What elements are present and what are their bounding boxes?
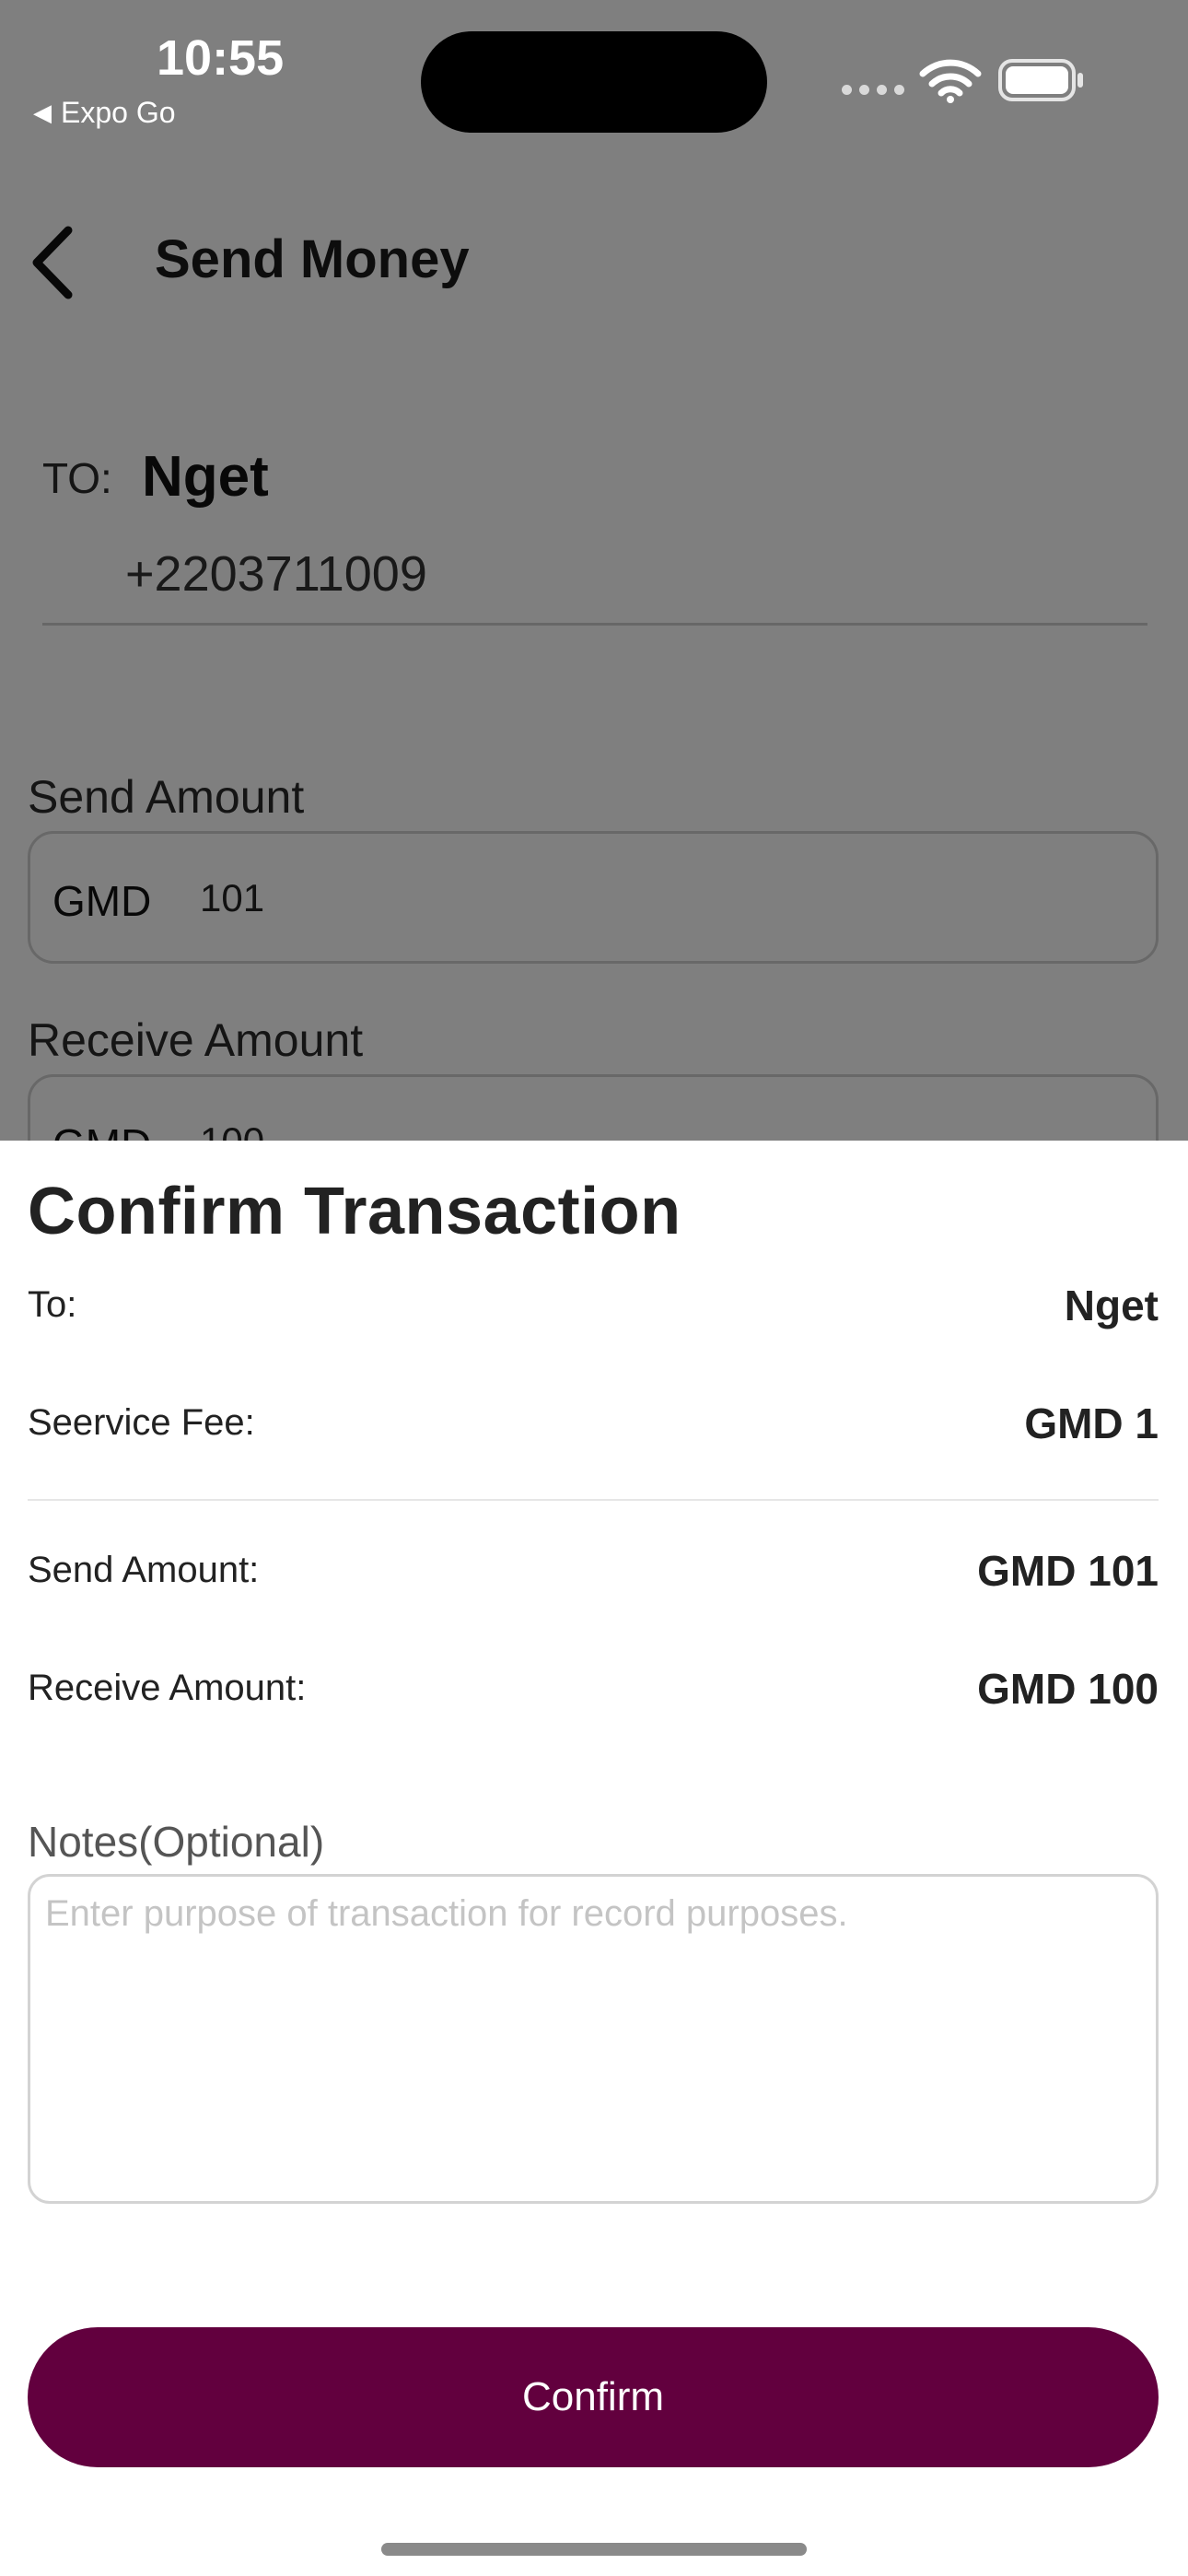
dynamic-island [421,31,767,133]
confirm-transaction-sheet: Confirm Transaction To: Nget Seervice Fe… [0,1141,1188,2576]
modal-backdrop[interactable] [0,0,1188,1142]
back-to-app-link[interactable]: ◀ Expo Go [33,96,176,130]
sheet-title: Confirm Transaction [28,1175,681,1248]
summary-value-to: Nget [1064,1282,1159,1329]
summary-label-send-amount: Send Amount: [28,1550,260,1590]
wifi-icon [919,59,982,103]
divider [28,1499,1159,1501]
summary-value-receive-amount: GMD 100 [977,1665,1159,1713]
summary-value-service-fee: GMD 1 [1024,1399,1159,1447]
cellular-signal-icon [842,85,904,95]
back-app-label: Expo Go [61,96,176,129]
summary-label-receive-amount: Receive Amount: [28,1668,307,1708]
summary-value-send-amount: GMD 101 [977,1547,1159,1595]
status-time: 10:55 [157,30,285,86]
triangle-left-icon: ◀ [33,99,52,126]
confirm-button[interactable]: Confirm [28,2327,1159,2467]
summary-label-to: To: [28,1284,77,1325]
home-indicator [381,2543,807,2556]
notes-input[interactable] [28,1874,1159,2204]
screen: Send Money TO: Nget +2203711009 Send Amo… [0,0,1188,2576]
notes-label: Notes(Optional) [28,1818,325,1866]
summary-label-service-fee: Seervice Fee: [28,1402,255,1443]
battery-icon [998,59,1085,101]
